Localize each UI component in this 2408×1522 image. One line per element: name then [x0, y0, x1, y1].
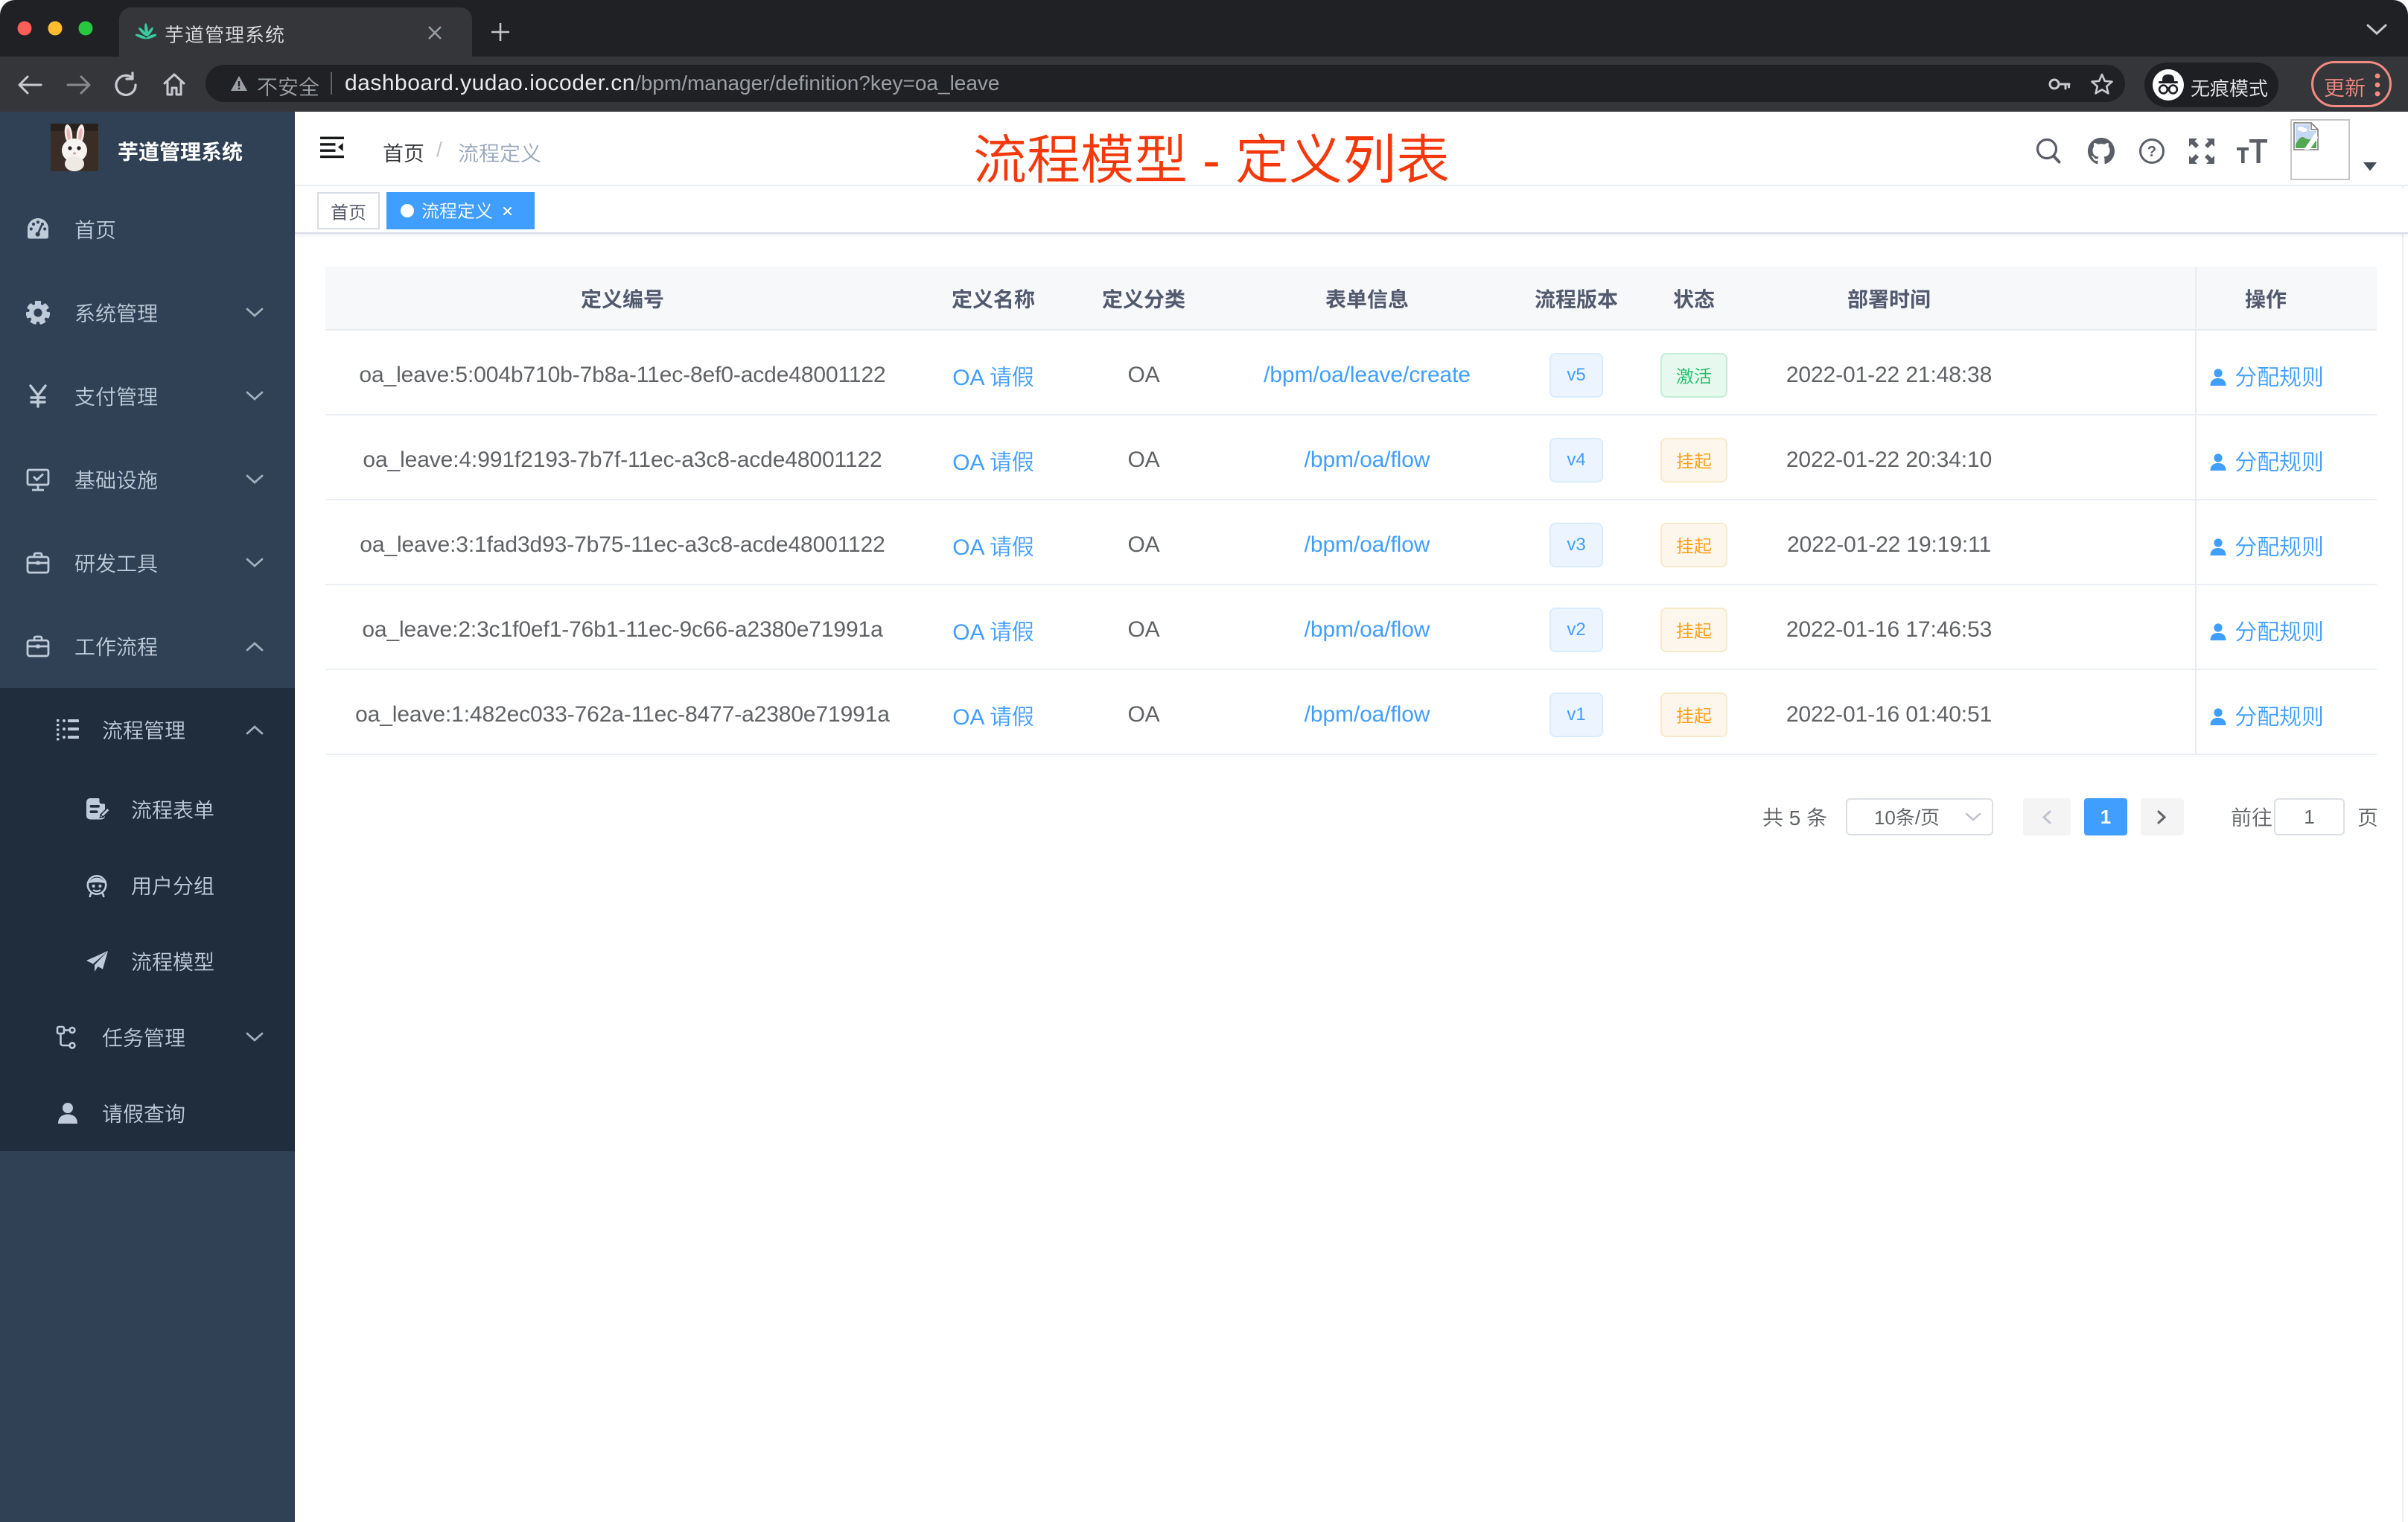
svg-text:?: ?: [2147, 144, 2156, 160]
